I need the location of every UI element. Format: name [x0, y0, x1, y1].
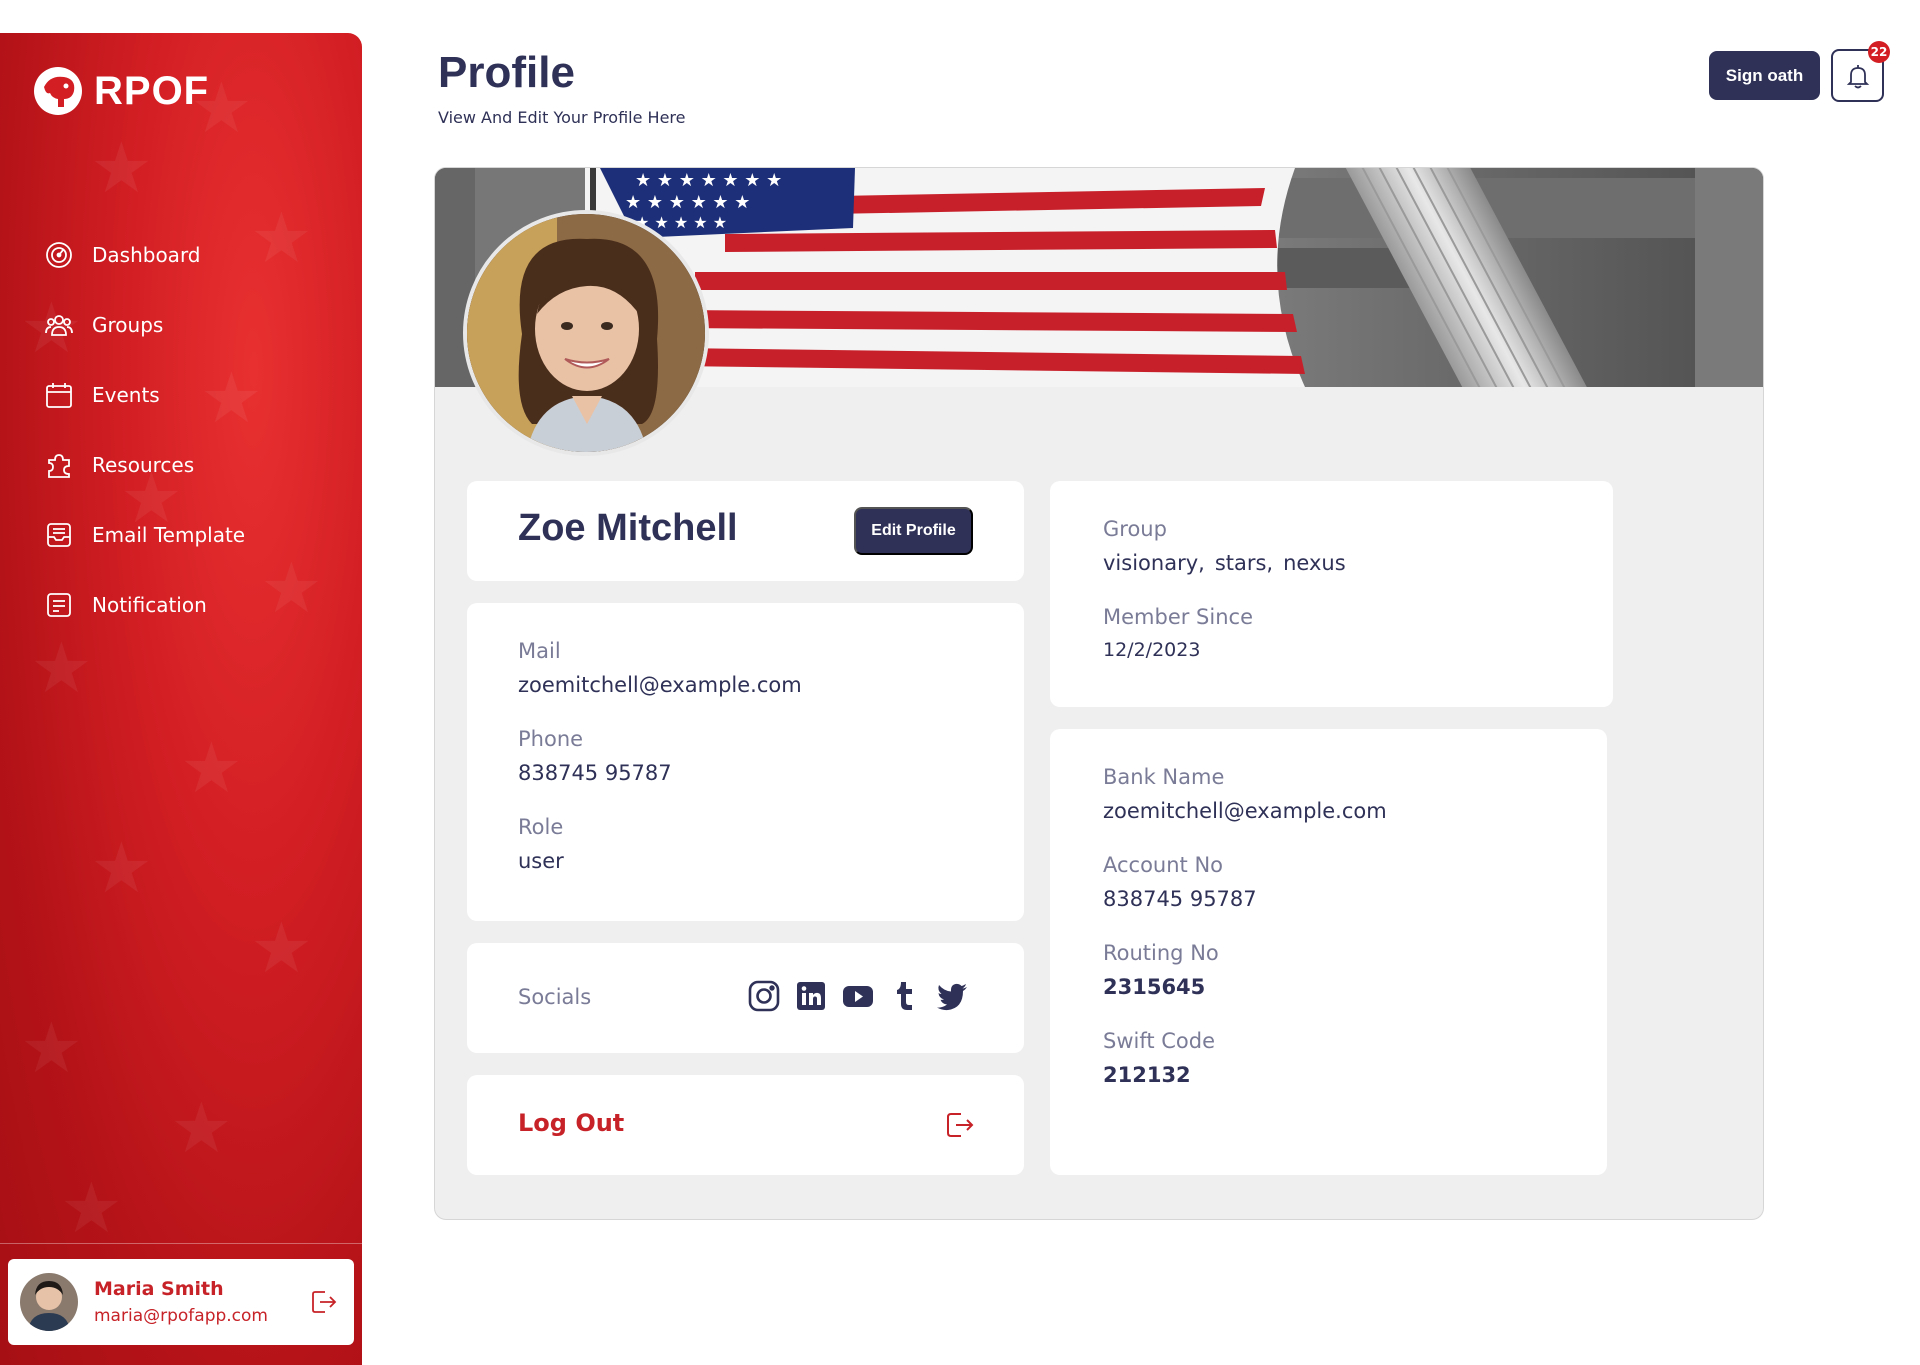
bank-name-value: zoemitchell@example.com [1103, 799, 1387, 823]
sidebar: ★ ★ ★ ★ ★ ★ ★ ★ ★ ★ ★ ★ ★ ★ RPOF Dashboa… [0, 33, 362, 1365]
notifications-button[interactable]: 22 [1831, 41, 1890, 102]
member-since-label: Member Since [1103, 605, 1253, 629]
routing-no-label: Routing No [1103, 941, 1219, 965]
tumblr-icon[interactable] [888, 979, 922, 1013]
sidebar-item-notification[interactable]: Notification [44, 570, 245, 640]
swift-code-value: 212132 [1103, 1063, 1191, 1087]
current-user-name: Maria Smith [94, 1278, 224, 1300]
socials-card: Socials [467, 943, 1024, 1053]
svg-text:★ ★ ★ ★ ★ ★: ★ ★ ★ ★ ★ ★ [625, 192, 750, 213]
profile-avatar-photo [467, 214, 705, 452]
linkedin-icon[interactable] [794, 979, 828, 1013]
profile-avatar[interactable] [463, 210, 709, 456]
bank-name-label: Bank Name [1103, 765, 1225, 789]
bell-icon [1846, 64, 1869, 88]
brand-logo[interactable]: RPOF [32, 65, 209, 117]
edit-profile-button[interactable]: Edit Profile [854, 507, 973, 555]
sidebar-item-label: Groups [92, 313, 164, 337]
sidebar-item-label: Notification [92, 593, 207, 617]
sidebar-item-dashboard[interactable]: Dashboard [44, 220, 245, 290]
swift-code-label: Swift Code [1103, 1029, 1216, 1053]
account-no-value: 838745 95787 [1103, 887, 1257, 911]
routing-no-value: 2315645 [1103, 975, 1206, 999]
instagram-icon[interactable] [747, 979, 781, 1013]
user-avatar-image [20, 1273, 78, 1331]
group-label: Group [1103, 517, 1167, 541]
logout-icon[interactable] [308, 1287, 338, 1317]
sidebar-item-events[interactable]: Events [44, 360, 245, 430]
logout-label[interactable]: Log Out [518, 1109, 624, 1137]
avatar[interactable] [20, 1273, 78, 1331]
calendar-icon [46, 383, 72, 408]
group-card: Group visionary, stars, nexus Member Sin… [1050, 481, 1613, 707]
contact-info-card: Mail zoemitchell@example.com Phone 83874… [467, 603, 1024, 921]
elephant-logo-icon [34, 67, 82, 115]
twitter-icon[interactable] [935, 979, 969, 1013]
phone-value: 838745 95787 [518, 761, 672, 785]
socials-label: Socials [518, 985, 592, 1009]
sidebar-item-label: Email Template [92, 523, 246, 547]
svg-text:★ ★ ★ ★ ★ ★ ★: ★ ★ ★ ★ ★ ★ ★ [635, 170, 782, 191]
notification-icon [47, 593, 71, 617]
sidebar-nav: Dashboard Groups Events Resources Email … [44, 220, 245, 640]
mail-value: zoemitchell@example.com [518, 673, 802, 697]
account-no-label: Account No [1103, 853, 1224, 877]
member-since-value: 12/2/2023 [1103, 639, 1201, 661]
sidebar-divider [0, 1243, 362, 1244]
sidebar-item-label: Events [92, 383, 160, 407]
puzzle-icon [48, 454, 70, 478]
name-card: Zoe Mitchell Edit Profile [467, 481, 1024, 581]
sidebar-item-groups[interactable]: Groups [44, 290, 245, 360]
sidebar-item-label: Dashboard [92, 243, 201, 267]
youtube-icon[interactable] [841, 979, 875, 1013]
sign-oath-button[interactable]: Sign oath [1709, 51, 1820, 100]
group-tag: nexus [1283, 551, 1346, 575]
page-subtitle: View And Edit Your Profile Here [438, 108, 686, 127]
group-tag: stars, [1214, 551, 1274, 575]
notification-count-badge: 22 [1868, 41, 1890, 63]
group-tag: visionary, [1103, 551, 1205, 575]
current-user-email: maria@rpofapp.com [94, 1306, 268, 1326]
phone-label: Phone [518, 727, 584, 751]
social-links [747, 979, 969, 1013]
sidebar-item-label: Resources [92, 453, 195, 477]
inbox-icon [47, 523, 71, 547]
profile-name: Zoe Mitchell [518, 507, 738, 549]
logout-icon[interactable] [943, 1109, 975, 1141]
mail-label: Mail [518, 639, 561, 663]
sidebar-item-resources[interactable]: Resources [44, 430, 245, 500]
role-value: user [518, 849, 564, 873]
current-user-card[interactable]: Maria Smith maria@rpofapp.com [8, 1259, 354, 1345]
page-title: Profile [438, 48, 575, 97]
role-label: Role [518, 815, 564, 839]
brand-name: RPOF [94, 68, 210, 113]
groups-icon [45, 315, 73, 336]
dashboard-icon [46, 242, 72, 268]
sidebar-item-email-template[interactable]: Email Template [44, 500, 245, 570]
logout-card[interactable]: Log Out [467, 1075, 1024, 1175]
group-values: visionary, stars, nexus [1103, 551, 1346, 575]
bank-details-card: Bank Name zoemitchell@example.com Accoun… [1050, 729, 1607, 1175]
